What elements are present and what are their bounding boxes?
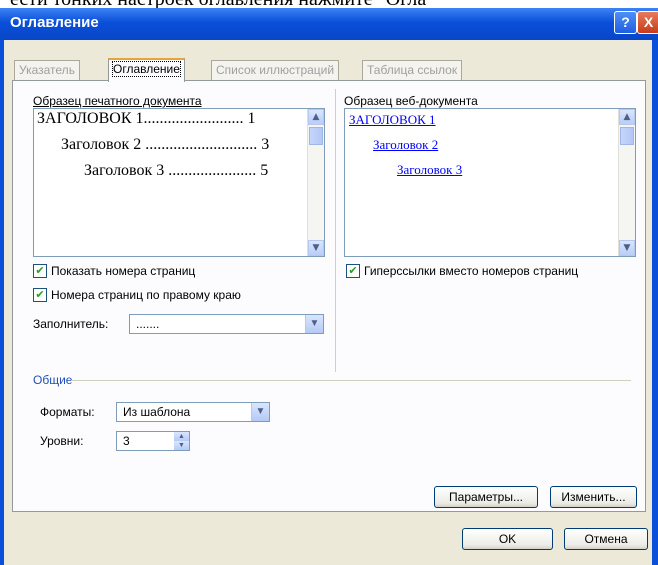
tab-authorities[interactable]: Таблица ссылок	[362, 60, 463, 80]
tab-figures[interactable]: Список иллюстраций	[211, 60, 340, 80]
title-bar: Оглавление ? X	[0, 8, 658, 40]
formats-value: Из шаблона	[123, 405, 191, 419]
toc-dialog: Оглавление ? X Указатель Оглавление Спис…	[0, 8, 658, 565]
close-button[interactable]: X	[637, 11, 658, 34]
formats-label: Форматы:	[40, 405, 95, 419]
show-page-numbers-label: Показать номера страниц	[51, 264, 196, 278]
chevron-down-icon[interactable]: ▼	[251, 403, 269, 421]
scroll-thumb[interactable]	[620, 127, 634, 145]
formats-select[interactable]: Из шаблона ▼	[116, 402, 270, 422]
web-preview-box: ЗАГОЛОВОК 1 Заголовок 2 Заголовок 3 ▲ ▼	[344, 108, 636, 257]
web-preview-link-3[interactable]: Заголовок 3	[397, 162, 462, 178]
print-preview-box: ЗАГОЛОВОК 1......................... 1 З…	[33, 108, 325, 257]
help-button[interactable]: ?	[614, 11, 637, 34]
print-preview-line-3: Заголовок 3 ...................... 5	[84, 162, 269, 179]
scroll-up-icon[interactable]: ▲	[619, 109, 635, 125]
toc-panel: Образец печатного документа ЗАГОЛОВОК 1.…	[12, 80, 646, 512]
hyperlinks-label: Гиперссылки вместо номеров страниц	[364, 264, 579, 278]
levels-label: Уровни:	[40, 434, 84, 448]
scroll-down-icon[interactable]: ▼	[308, 240, 324, 256]
cancel-button[interactable]: Отмена	[564, 528, 648, 550]
general-group-line	[71, 380, 631, 381]
filler-select[interactable]: ....... ▼	[129, 314, 324, 334]
tab-toc[interactable]: Оглавление	[108, 58, 185, 82]
general-group-label: Общие	[33, 373, 73, 387]
tab-index[interactable]: Указатель	[14, 60, 80, 80]
right-align-label: Номера страниц по правому краю	[51, 288, 241, 302]
print-preview-line-1: ЗАГОЛОВОК 1......................... 1	[37, 110, 256, 127]
options-button[interactable]: Параметры...	[434, 486, 538, 508]
dialog-title: Оглавление	[10, 14, 99, 31]
tab-figures-label: Список иллюстраций	[216, 63, 335, 77]
chevron-down-icon[interactable]: ▼	[305, 315, 323, 333]
column-divider	[335, 89, 336, 372]
scroll-up-icon[interactable]: ▲	[308, 109, 324, 125]
scroll-down-icon[interactable]: ▼	[619, 240, 635, 256]
filler-label: Заполнитель:	[33, 317, 109, 331]
tab-index-label: Указатель	[19, 63, 75, 77]
web-preview-link-2[interactable]: Заголовок 2	[373, 137, 438, 153]
scroll-thumb[interactable]	[309, 127, 323, 145]
hyperlinks-checkbox[interactable]: ✔	[346, 264, 360, 278]
dialog-body: Указатель Оглавление Список иллюстраций …	[4, 40, 652, 565]
levels-stepper[interactable]: 3 ▲ ▼	[116, 431, 190, 451]
web-preview-label: Образец веб-документа	[344, 94, 478, 108]
print-preview-label: Образец печатного документа	[33, 94, 202, 108]
filler-value: .......	[136, 317, 160, 331]
tab-toc-label: Оглавление	[112, 61, 181, 77]
web-preview-scrollbar[interactable]: ▲ ▼	[618, 109, 635, 256]
web-preview-link-1[interactable]: ЗАГОЛОВОК 1	[349, 112, 436, 128]
show-page-numbers-checkbox[interactable]: ✔	[33, 264, 47, 278]
print-preview-scrollbar[interactable]: ▲ ▼	[307, 109, 324, 256]
tab-authorities-label: Таблица ссылок	[367, 63, 458, 77]
modify-button[interactable]: Изменить...	[550, 486, 637, 508]
right-align-checkbox[interactable]: ✔	[33, 288, 47, 302]
spin-down-icon[interactable]: ▼	[174, 441, 189, 450]
levels-value: 3	[123, 434, 130, 448]
spin-up-icon[interactable]: ▲	[174, 432, 189, 441]
ok-button[interactable]: OK	[462, 528, 553, 550]
print-preview-line-2: Заголовок 2 ............................…	[61, 136, 270, 153]
